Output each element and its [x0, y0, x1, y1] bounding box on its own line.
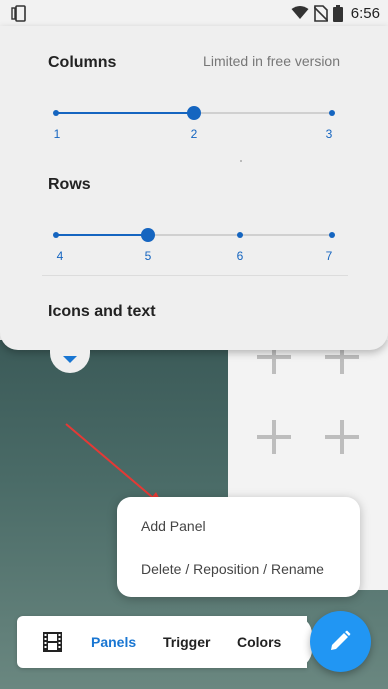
- section-divider: [42, 275, 348, 276]
- separator-dot: [240, 160, 242, 162]
- tab-colors[interactable]: Colors: [237, 634, 281, 650]
- status-time: 6:56: [350, 4, 380, 22]
- collapse-caret-icon[interactable]: [63, 356, 77, 363]
- rows-slider[interactable]: [53, 228, 335, 242]
- add-cell-plus-icon[interactable]: [257, 420, 291, 454]
- panel-actions-menu: Add Panel Delete / Reposition / Rename: [117, 497, 360, 597]
- tab-trigger[interactable]: Trigger: [163, 634, 210, 650]
- app-switch-icon: [11, 5, 26, 22]
- columns-slider[interactable]: [53, 106, 335, 120]
- wifi-icon: [291, 6, 309, 19]
- panel-settings-card: Columns Limited in free version 1 2 3 Ro…: [0, 26, 388, 350]
- battery-icon: [332, 4, 343, 22]
- tab-panels[interactable]: Panels: [91, 634, 136, 650]
- columns-tick[interactable]: [53, 110, 59, 116]
- edit-fab-button[interactable]: [310, 611, 371, 672]
- rows-tick[interactable]: [237, 232, 243, 238]
- rows-slider-thumb[interactable]: [141, 228, 155, 242]
- rows-tick-label: 4: [56, 249, 64, 263]
- rows-tick-label: 7: [325, 249, 333, 263]
- add-panel-menu-item[interactable]: Add Panel: [141, 518, 206, 534]
- rows-tick[interactable]: [53, 232, 59, 238]
- pencil-icon: [331, 630, 351, 650]
- delete-reposition-rename-menu-item[interactable]: Delete / Reposition / Rename: [141, 561, 324, 577]
- free-version-note: Limited in free version: [203, 53, 340, 69]
- bottom-tab-bar: Panels Trigger Colors: [17, 616, 307, 668]
- rows-title: Rows: [48, 176, 91, 193]
- rows-tick[interactable]: [329, 232, 335, 238]
- add-cell-plus-icon[interactable]: [325, 420, 359, 454]
- film-icon[interactable]: [43, 632, 62, 652]
- rows-tick-label: 6: [236, 249, 244, 263]
- columns-title: Columns: [48, 54, 117, 71]
- columns-tick-label: 3: [325, 127, 333, 141]
- rows-slider-fill: [56, 234, 148, 236]
- columns-tick-label: 1: [53, 127, 61, 141]
- columns-slider-fill: [56, 112, 194, 114]
- no-sim-icon: [313, 4, 328, 22]
- columns-slider-thumb[interactable]: [187, 106, 201, 120]
- status-bar: 6:56: [0, 0, 388, 26]
- columns-tick[interactable]: [329, 110, 335, 116]
- columns-tick-label: 2: [190, 127, 198, 141]
- rows-tick-label: 5: [144, 249, 152, 263]
- icons-text-title: Icons and text: [48, 303, 156, 320]
